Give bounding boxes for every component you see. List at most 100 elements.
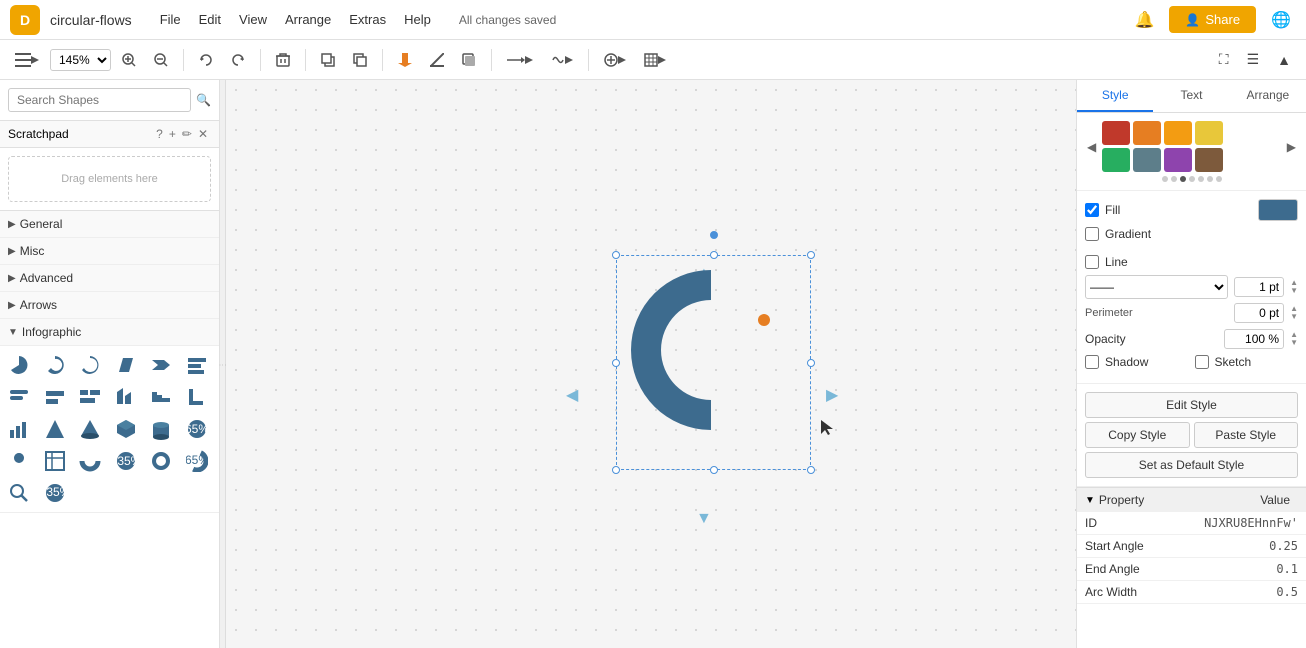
search-input[interactable] [8,88,191,112]
swatch-orange[interactable] [1133,121,1161,145]
fill-color-btn[interactable] [391,48,419,72]
shape-magnifier[interactable] [4,478,34,508]
bell-icon[interactable]: 🔔 [1130,5,1160,35]
shape-chevron-right[interactable] [146,350,176,380]
tab-text[interactable]: Text [1153,80,1229,112]
handle-top-right[interactable] [807,251,815,259]
shape-circle-outline[interactable] [146,446,176,476]
canvas-area[interactable]: ▲ ▼ ◀ ▶ [226,80,1076,648]
share-button[interactable]: 👤 Style Share [1169,6,1256,33]
swatch-yellow-orange[interactable] [1164,121,1192,145]
handle-middle-left[interactable] [612,359,620,367]
tab-style[interactable]: Style [1077,80,1153,112]
handle-bottom-left[interactable] [612,466,620,474]
shape-percent-circle[interactable]: 135% [111,446,141,476]
menu-edit[interactable]: Edit [191,9,229,30]
handle-bottom-center[interactable] [710,466,718,474]
swatch-yellow[interactable] [1195,121,1223,145]
paste-style-button[interactable]: Paste Style [1194,422,1299,448]
menu-arrange[interactable]: Arrange [277,9,339,30]
section-arrows[interactable]: ▶ Arrows [0,292,219,319]
palette-dot-1[interactable] [1162,176,1168,182]
handle-bottom-right[interactable] [807,466,815,474]
swatch-purple[interactable] [1164,148,1192,172]
line-color-btn[interactable] [423,49,451,71]
shape-cube[interactable] [111,414,141,444]
line-style-select[interactable]: —— [1085,275,1228,299]
shape-percent-circle2[interactable]: 135% [40,478,70,508]
shape-bar-h2[interactable] [4,382,34,412]
scratchpad-help[interactable]: ? [153,126,166,142]
shape-bars-v[interactable] [4,414,34,444]
edit-style-button[interactable]: Edit Style [1085,392,1298,418]
shape-cone[interactable] [75,414,105,444]
shape-donut-partial[interactable] [75,350,105,380]
gradient-checkbox[interactable] [1085,227,1099,241]
opacity-spinner-down[interactable]: ▼ [1290,339,1298,347]
palette-prev-btn[interactable]: ◀ [1085,138,1098,156]
section-general[interactable]: ▶ General [0,211,219,238]
shape-l-bracket[interactable] [182,382,212,412]
perimeter-spinner-down[interactable]: ▼ [1290,313,1298,321]
zoom-selector[interactable]: 145% [50,49,111,71]
shadow-checkbox[interactable] [1085,355,1099,369]
opacity-spinner[interactable]: ▲ ▼ [1290,331,1298,347]
handle-middle-right[interactable] [807,359,815,367]
scratchpad-close[interactable]: ✕ [195,126,211,142]
sketch-checkbox[interactable] [1195,355,1209,369]
menu-view[interactable]: View [231,9,275,30]
shape-triangle[interactable] [40,414,70,444]
delete-btn[interactable] [269,49,297,71]
shape-bar-h5[interactable] [111,382,141,412]
palette-dot-3[interactable] [1180,176,1186,182]
shape-step-left[interactable] [146,382,176,412]
shape-parallelogram[interactable] [111,350,141,380]
menu-file[interactable]: File [152,9,189,30]
spinner-down-icon[interactable]: ▼ [1290,287,1298,295]
insert-btn[interactable] [597,49,633,71]
swatch-teal[interactable] [1133,148,1161,172]
swatch-brown[interactable] [1195,148,1223,172]
shape-percent-donut[interactable]: 65% [182,446,212,476]
shape-percent-badge[interactable]: 65% [182,414,212,444]
shape-bar-h1[interactable] [182,350,212,380]
set-default-button[interactable]: Set as Default Style [1085,452,1298,478]
shape-cylinder[interactable] [146,414,176,444]
shape-c-ring[interactable] [40,350,70,380]
opacity-input[interactable] [1224,329,1284,349]
menu-help[interactable]: Help [396,9,439,30]
section-advanced[interactable]: ▶ Advanced [0,265,219,292]
to-back-btn[interactable] [346,49,374,71]
shape-bar-h4[interactable] [75,382,105,412]
palette-dot-2[interactable] [1171,176,1177,182]
undo-btn[interactable] [192,49,220,71]
section-infographic[interactable]: ▼ Infographic [0,319,219,346]
shadow-btn[interactable] [455,49,483,71]
palette-dot-7[interactable] [1216,176,1222,182]
perimeter-input[interactable] [1234,303,1284,323]
handle-top-left[interactable] [612,251,620,259]
tab-arrange[interactable]: Arrange [1230,80,1306,112]
palette-next-btn[interactable]: ▶ [1285,138,1298,156]
search-icon[interactable]: 🔍 [196,93,211,107]
copy-style-button[interactable]: Copy Style [1085,422,1190,448]
line-pt-spinner[interactable]: ▲ ▼ [1290,279,1298,295]
redo-btn[interactable] [224,49,252,71]
palette-dot-5[interactable] [1198,176,1204,182]
selected-shape-container[interactable] [616,255,811,470]
connection-btn[interactable] [500,49,540,71]
swatch-green[interactable] [1102,148,1130,172]
shape-partial-disc[interactable] [4,350,34,380]
waypoint-btn[interactable] [544,49,580,71]
globe-icon[interactable]: 🌐 [1266,5,1296,35]
handle-rotate[interactable] [710,231,718,239]
line-pt-input[interactable] [1234,277,1284,297]
handle-top-center[interactable] [710,251,718,259]
palette-dot-6[interactable] [1207,176,1213,182]
scratchpad-edit[interactable]: ✏ [179,126,195,142]
scratchpad-add[interactable]: + [166,126,179,142]
swatch-red[interactable] [1102,121,1130,145]
shape-map-pin[interactable] [4,446,34,476]
collapse-btn[interactable]: ▲ [1270,48,1298,72]
zoom-out-btn[interactable] [147,49,175,71]
